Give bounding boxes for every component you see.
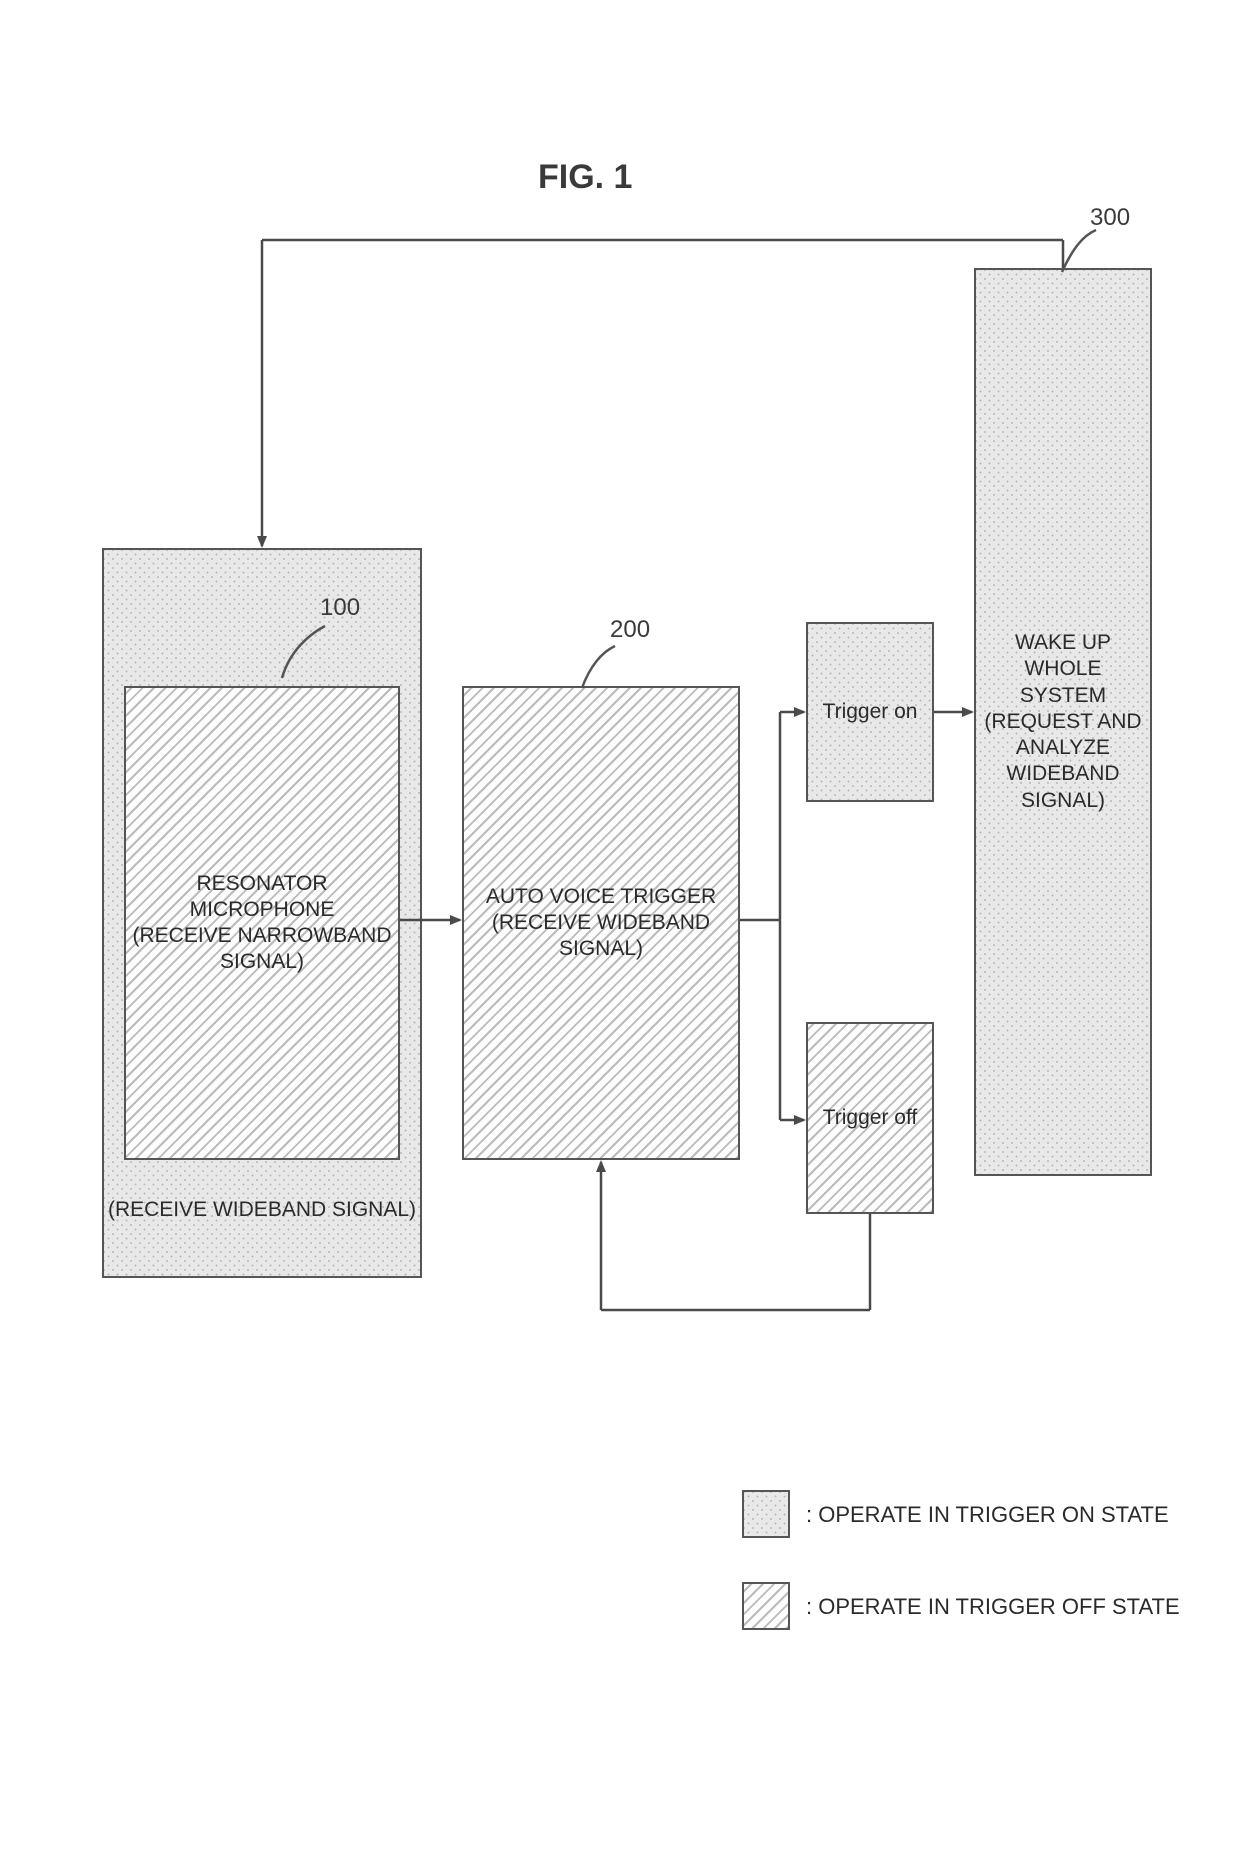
legend-on-text: : OPERATE IN TRIGGER ON STATE [806, 1502, 1169, 1528]
arrows-layer [0, 0, 1240, 1500]
legend-swatch-on [742, 1490, 790, 1538]
legend-swatch-off [742, 1582, 790, 1630]
legend-off-text: : OPERATE IN TRIGGER OFF STATE [806, 1594, 1180, 1620]
